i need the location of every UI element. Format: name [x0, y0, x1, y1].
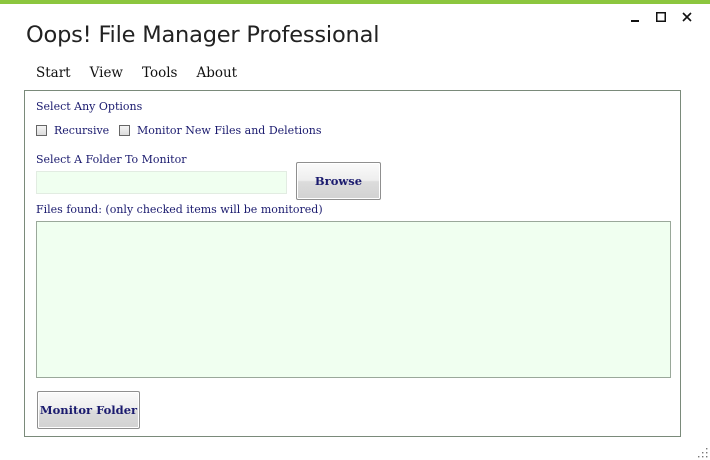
recursive-label: Recursive: [54, 124, 110, 137]
window-controls: [622, 8, 700, 26]
maximize-icon: [656, 12, 666, 22]
menu-item-tools[interactable]: Tools: [142, 65, 177, 81]
monitor-new-files-checkbox[interactable]: [119, 125, 130, 136]
maximize-button[interactable]: [648, 8, 674, 26]
browse-button[interactable]: Browse: [296, 162, 381, 200]
options-heading: Select Any Options: [36, 100, 143, 113]
menu-item-start[interactable]: Start: [36, 65, 71, 81]
resize-grip-icon[interactable]: [698, 448, 708, 458]
monitor-folder-button[interactable]: Monitor Folder: [37, 391, 140, 429]
minimize-icon: [631, 20, 639, 22]
recursive-option[interactable]: Recursive: [36, 124, 109, 137]
close-icon: [682, 12, 692, 22]
minimize-button[interactable]: [622, 8, 648, 26]
app-title: Oops! File Manager Professional: [26, 22, 380, 48]
window-accent-bar: [0, 0, 710, 4]
close-button[interactable]: [674, 8, 700, 26]
folder-path-input[interactable]: [36, 171, 287, 194]
menu-item-view[interactable]: View: [90, 65, 123, 81]
recursive-checkbox[interactable]: [36, 125, 47, 136]
files-list[interactable]: [36, 221, 671, 378]
menu-bar: Start View Tools About: [36, 65, 256, 81]
folder-label: Select A Folder To Monitor: [36, 153, 187, 166]
monitor-new-files-option[interactable]: Monitor New Files and Deletions: [119, 124, 321, 137]
monitor-new-files-label: Monitor New Files and Deletions: [137, 124, 322, 137]
menu-item-about[interactable]: About: [196, 65, 237, 81]
main-panel: Select Any Options Recursive Monitor New…: [24, 90, 681, 437]
files-found-label: Files found: (only checked items will be…: [36, 203, 323, 216]
